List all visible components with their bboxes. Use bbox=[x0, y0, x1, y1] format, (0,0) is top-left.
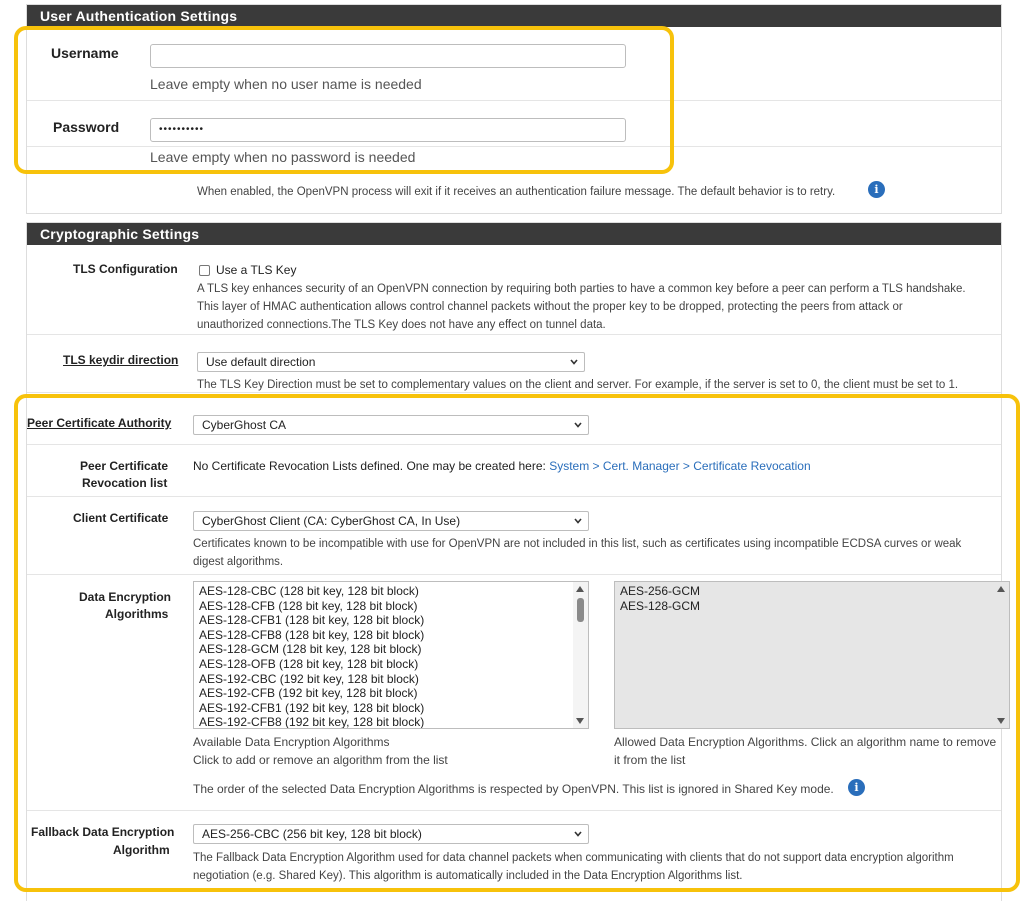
password-label: Password bbox=[53, 119, 120, 135]
client-cert-label: Client Certificate bbox=[73, 511, 169, 525]
user-auth-header: User Authentication Settings bbox=[27, 5, 1001, 27]
data-encryption-label-1: Data Encryption bbox=[79, 590, 172, 604]
peer-ca-value: CyberGhost CA bbox=[202, 418, 287, 432]
client-cert-select[interactable]: CyberGhost Client (CA: CyberGhost CA, In… bbox=[193, 511, 589, 531]
peer-ca-row: Peer Certificate Authority CyberGhost CA bbox=[27, 403, 1001, 445]
username-label: Username bbox=[51, 45, 119, 61]
crl-manager-link[interactable]: System > Cert. Manager > Certificate Rev… bbox=[549, 459, 810, 473]
scroll-down-icon[interactable] bbox=[997, 718, 1005, 724]
peer-ca-label[interactable]: Peer Certificate Authority bbox=[27, 414, 171, 432]
client-cert-help-line-1: Certificates known to be incompatible wi… bbox=[193, 538, 962, 550]
fallback-label-2: Algorithm bbox=[113, 843, 170, 857]
algorithm-option[interactable]: AES-128-CFB (128 bit key, 128 bit block) bbox=[194, 599, 588, 614]
fallback-encryption-row: Fallback Data Encryption Algorithm AES-2… bbox=[27, 811, 1001, 902]
info-icon[interactable]: i bbox=[868, 181, 885, 198]
scroll-down-icon[interactable] bbox=[576, 718, 584, 724]
info-icon[interactable]: i bbox=[848, 779, 865, 796]
chevron-down-icon bbox=[570, 359, 578, 365]
allowed-algorithm-option[interactable]: AES-128-GCM bbox=[615, 599, 1009, 614]
peer-ca-select[interactable]: CyberGhost CA bbox=[193, 415, 589, 435]
chevron-down-icon bbox=[574, 831, 582, 837]
peer-crl-label-1: Peer Certificate bbox=[80, 459, 169, 473]
peer-crl-label-2: Revocation list bbox=[82, 476, 168, 490]
client-cert-value: CyberGhost Client (CA: CyberGhost CA, In… bbox=[202, 514, 461, 528]
username-field[interactable] bbox=[150, 44, 626, 68]
algorithm-option[interactable]: AES-128-OFB (128 bit key, 128 bit block) bbox=[194, 657, 588, 672]
available-caption-2: Click to add or remove an algorithm from… bbox=[193, 753, 448, 767]
algorithm-option[interactable]: AES-128-CFB8 (128 bit key, 128 bit block… bbox=[194, 628, 588, 643]
allowed-algorithms-list[interactable]: AES-256-GCM AES-128-GCM bbox=[614, 581, 1010, 729]
algorithm-option[interactable]: AES-128-CBC (128 bit key, 128 bit block) bbox=[194, 584, 588, 599]
fallback-label-1: Fallback Data Encryption bbox=[31, 825, 175, 839]
username-row: Username Leave empty when no user name i… bbox=[27, 27, 1001, 101]
available-caption-1: Available Data Encryption Algorithms bbox=[193, 735, 390, 749]
tls-help-line-1: A TLS key enhances security of an OpenVP… bbox=[197, 283, 966, 295]
algorithm-option[interactable]: AES-192-CFB (192 bit key, 128 bit block) bbox=[194, 686, 588, 701]
allowed-list-scrollbar[interactable] bbox=[994, 582, 1009, 728]
user-auth-panel: User Authentication Settings Username Le… bbox=[26, 4, 1002, 214]
chevron-down-icon bbox=[574, 422, 582, 428]
peer-crl-message: No Certificate Revocation Lists defined.… bbox=[193, 459, 550, 473]
fallback-help-line-1: The Fallback Data Encryption Algorithm u… bbox=[193, 852, 954, 864]
allowed-caption-2: it from the list bbox=[614, 753, 686, 767]
algorithm-option[interactable]: AES-192-CBC (192 bit key, 128 bit block) bbox=[194, 672, 588, 687]
data-encryption-label-2: Algorithms bbox=[105, 607, 169, 621]
algorithm-option[interactable]: AES-192-CFB8 (192 bit key, 128 bit block… bbox=[194, 715, 588, 728]
scroll-up-icon[interactable] bbox=[576, 586, 584, 592]
crypto-header: Cryptographic Settings bbox=[27, 223, 1001, 245]
tls-keydir-select[interactable]: Use default direction bbox=[197, 352, 585, 372]
tls-keydir-value: Use default direction bbox=[206, 355, 316, 369]
client-cert-row: Client Certificate CyberGhost Client (CA… bbox=[27, 497, 1001, 575]
crypto-panel: Cryptographic Settings TLS Configuration… bbox=[26, 222, 1010, 902]
tls-checkbox-label[interactable]: Use a TLS Key bbox=[216, 261, 296, 279]
password-row: Password •••••••••• Leave empty when no … bbox=[27, 101, 1001, 165]
algorithm-option[interactable]: AES-192-CFB1 (192 bit key, 128 bit block… bbox=[194, 701, 588, 716]
available-algorithms-list[interactable]: AES-128-CBC (128 bit key, 128 bit block)… bbox=[193, 581, 589, 729]
tls-help-line-3: unauthorized connections.The TLS Key doe… bbox=[197, 319, 606, 331]
allowed-caption-1: Allowed Data Encryption Algorithms. Clic… bbox=[614, 735, 997, 749]
tls-help-line-2: This layer of HMAC authentication allows… bbox=[197, 301, 903, 313]
tls-keydir-label[interactable]: TLS keydir direction bbox=[63, 351, 178, 369]
algorithm-option[interactable]: AES-128-GCM (128 bit key, 128 bit block) bbox=[194, 642, 588, 657]
scroll-up-icon[interactable] bbox=[997, 586, 1005, 592]
client-cert-help-line-2: digest algorithms. bbox=[193, 556, 284, 568]
fallback-algorithm-value: AES-256-CBC (256 bit key, 128 bit block) bbox=[202, 827, 422, 841]
scrollbar-thumb[interactable] bbox=[577, 598, 584, 622]
tls-keydir-help: The TLS Key Direction must be set to com… bbox=[197, 379, 959, 391]
auth-retry-row: When enabled, the OpenVPN process will e… bbox=[27, 147, 1001, 213]
auth-retry-help: When enabled, the OpenVPN process will e… bbox=[197, 186, 836, 198]
data-encryption-row: Data Encryption Algorithms AES-128-CBC (… bbox=[27, 575, 1010, 811]
allowed-algorithm-option[interactable]: AES-256-GCM bbox=[615, 584, 1009, 599]
password-field[interactable]: •••••••••• bbox=[150, 118, 626, 142]
chevron-down-icon bbox=[574, 518, 582, 524]
available-list-scrollbar[interactable] bbox=[573, 582, 588, 728]
tls-config-label: TLS Configuration bbox=[73, 262, 178, 276]
tls-config-row: TLS Configuration Use a TLS Key A TLS ke… bbox=[27, 247, 1001, 335]
tls-key-checkbox[interactable] bbox=[199, 265, 210, 276]
algorithm-option[interactable]: AES-128-CFB1 (128 bit key, 128 bit block… bbox=[194, 613, 588, 628]
tls-keydir-row: TLS keydir direction Use default directi… bbox=[27, 335, 1001, 393]
peer-crl-text: No Certificate Revocation Lists defined.… bbox=[193, 457, 811, 475]
fallback-help-line-2: negotiation (e.g. Shared Key). This algo… bbox=[193, 870, 743, 882]
algorithm-order-help: The order of the selected Data Encryptio… bbox=[193, 782, 834, 796]
fallback-algorithm-select[interactable]: AES-256-CBC (256 bit key, 128 bit block) bbox=[193, 824, 589, 844]
username-help: Leave empty when no user name is needed bbox=[150, 76, 422, 92]
peer-crl-row: Peer Certificate Revocation list No Cert… bbox=[27, 445, 1001, 497]
